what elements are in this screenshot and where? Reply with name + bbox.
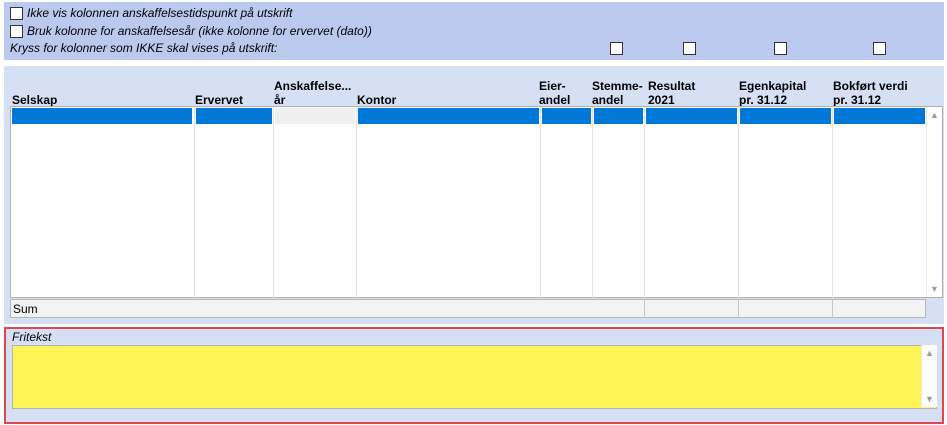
col-header-selskap[interactable]: Selskap: [12, 72, 192, 108]
cell-resultat[interactable]: [646, 108, 737, 124]
sum-label: Sum: [13, 302, 38, 316]
print-options-panel: Ikke vis kolonnen anskaffelsestidspunkt …: [4, 2, 944, 60]
sum-row: Sum: [10, 299, 926, 318]
cell-ervervet[interactable]: [196, 108, 272, 124]
col-header-stemmeandel[interactable]: Stemme- andel: [592, 72, 644, 108]
hide-acq-time-label: Ikke vis kolonnen anskaffelsestidspunkt …: [27, 6, 293, 20]
cell-selskap[interactable]: [12, 108, 192, 124]
cell-eierandel[interactable]: [542, 108, 591, 124]
company-grid[interactable]: ▲ ▼: [10, 106, 943, 298]
option-use-acq-year[interactable]: Bruk kolonne for anskaffelsesår (ikke ko…: [10, 23, 372, 39]
hide-acq-time-checkbox[interactable]: [10, 6, 23, 20]
fritekst-label: Fritekst: [12, 330, 52, 344]
col-header-ervervet[interactable]: Ervervet: [195, 72, 271, 108]
cell-egenkapital[interactable]: [740, 108, 831, 124]
col-header-bokfort[interactable]: Bokført verdi pr. 31.12: [833, 72, 925, 108]
cell-anskaffelse[interactable]: [275, 108, 355, 124]
cell-kontor[interactable]: [358, 108, 539, 124]
fritekst-panel: Fritekst ▲ ▼: [4, 327, 944, 424]
col-header-anskaffelse[interactable]: Anskaffelse... år: [274, 72, 356, 108]
company-grid-panel: Selskap Ervervet Anskaffelse... år Konto…: [4, 66, 944, 324]
fritekst-textarea[interactable]: [12, 345, 937, 409]
option-hide-acq-time[interactable]: Ikke vis kolonnen anskaffelsestidspunkt …: [10, 5, 292, 21]
col-header-egenkapital[interactable]: Egenkapital pr. 31.12: [739, 72, 831, 108]
grid-vertical-scrollbar[interactable]: ▲ ▼: [926, 107, 942, 297]
col-header-eierandel[interactable]: Eier- andel: [539, 72, 589, 108]
hide-col-resultat-checkbox[interactable]: [683, 42, 696, 55]
hide-col-bokfort-checkbox[interactable]: [873, 42, 886, 55]
cell-bokfort[interactable]: [834, 108, 925, 124]
hide-col-eierandel-checkbox[interactable]: [610, 42, 623, 55]
col-header-resultat[interactable]: Resultat 2021: [648, 72, 738, 108]
col-header-kontor[interactable]: Kontor: [357, 72, 537, 108]
scroll-down-icon[interactable]: ▼: [930, 284, 939, 294]
cell-stemmeandel[interactable]: [594, 108, 643, 124]
scroll-up-icon[interactable]: ▲: [930, 110, 939, 120]
hide-columns-label: Kryss for kolonner som IKKE skal vises p…: [10, 41, 278, 55]
hide-col-egenkapital-checkbox[interactable]: [774, 42, 787, 55]
use-acq-year-checkbox[interactable]: [10, 24, 23, 38]
use-acq-year-label: Bruk kolonne for anskaffelsesår (ikke ko…: [27, 24, 372, 38]
